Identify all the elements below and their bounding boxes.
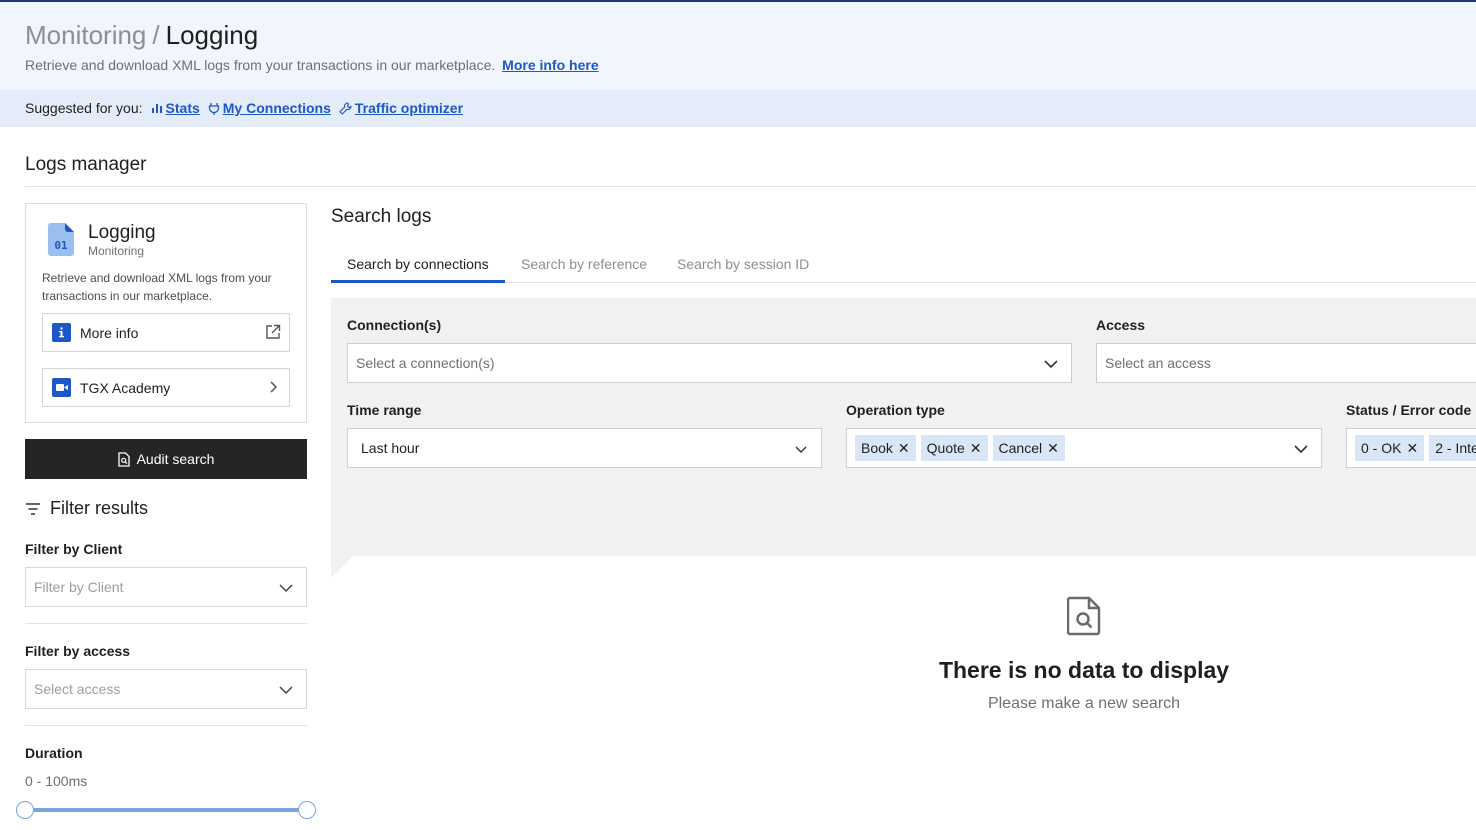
chip-cancel: Cancel ✕	[992, 435, 1065, 461]
breadcrumb-separator: /	[152, 20, 160, 50]
page-subtitle: Retrieve and download XML logs from your…	[25, 57, 599, 73]
plug-icon	[208, 102, 219, 115]
tab-search-by-session-id[interactable]: Search by session ID	[677, 256, 809, 272]
connections-placeholder: Select a connection(s)	[356, 355, 495, 371]
breadcrumb-parent[interactable]: Monitoring	[25, 20, 146, 50]
divider	[25, 186, 1476, 187]
access-placeholder: Select an access	[1105, 355, 1211, 371]
access-select[interactable]: Select an access	[1096, 343, 1476, 383]
page-header: Monitoring / Logging Retrieve and download…	[0, 0, 1476, 90]
more-info-label: More info	[80, 324, 139, 341]
filter-icon	[26, 502, 40, 515]
logging-info-card: 01 Logging Monitoring Retrieve and downl…	[25, 203, 307, 423]
chevron-right-icon	[270, 381, 278, 393]
tab-search-by-connections[interactable]: Search by connections	[347, 256, 489, 272]
operation-type-select[interactable]: Book ✕ Quote ✕ Cancel ✕	[846, 428, 1322, 468]
search-form-panel: Connection(s) Select a connection(s) Acc…	[331, 298, 1476, 556]
more-info-link[interactable]: More info here	[502, 57, 598, 73]
tgx-academy-label: TGX Academy	[80, 379, 171, 396]
info-icon	[52, 323, 71, 342]
card-title: Logging	[88, 222, 156, 243]
search-logs-title: Search logs	[331, 206, 432, 227]
tgx-academy-button[interactable]: TGX Academy	[42, 368, 290, 407]
chip-book: Book ✕	[855, 435, 916, 461]
divider	[25, 725, 307, 726]
file-search-icon	[1067, 596, 1101, 636]
chip-remove-icon[interactable]: ✕	[898, 440, 910, 457]
chevron-down-icon	[1044, 360, 1058, 369]
file-search-icon	[117, 451, 130, 467]
time-range-value: Last hour	[361, 440, 420, 456]
status-label: Status / Error code	[1346, 402, 1472, 418]
chip-label: 2 - Inter	[1435, 440, 1476, 456]
filter-access-placeholder: Select access	[34, 681, 121, 697]
log-file-icon-text: 01	[54, 239, 68, 252]
more-info-button[interactable]: More info	[42, 313, 290, 352]
card-subtitle: Monitoring	[88, 244, 145, 258]
audit-search-label: Audit search	[136, 451, 215, 467]
empty-state-subtitle: Please make a new search	[987, 695, 1181, 712]
filter-access-label: Filter by access	[25, 643, 131, 659]
external-link-icon	[266, 324, 281, 339]
video-camera-icon	[52, 378, 71, 397]
filter-access-select[interactable]: Select access	[25, 669, 307, 709]
my-connections-link[interactable]: My Connections	[208, 100, 331, 116]
tab-search-by-reference[interactable]: Search by reference	[521, 256, 647, 272]
log-file-icon: 01	[48, 223, 74, 256]
status-select[interactable]: 0 - OK✕ 2 - Inter	[1346, 428, 1476, 468]
chip-label: 0 - OK	[1361, 440, 1402, 456]
filter-client-placeholder: Filter by Client	[34, 579, 124, 595]
chevron-down-icon	[795, 446, 807, 453]
my-connections-link-label: My Connections	[222, 100, 331, 116]
chip-status-internal: 2 - Inter	[1429, 435, 1476, 461]
chip-remove-icon[interactable]: ✕	[1406, 440, 1418, 457]
chevron-down-icon	[279, 584, 293, 593]
connections-select[interactable]: Select a connection(s)	[347, 343, 1072, 383]
duration-slider-track[interactable]	[25, 808, 307, 812]
time-range-label: Time range	[347, 402, 422, 418]
wrench-icon	[339, 101, 352, 115]
card-description: Retrieve and download XML logs from your…	[42, 271, 272, 303]
traffic-optimizer-link-label: Traffic optimizer	[354, 100, 464, 116]
suggested-label: Suggested for you:	[25, 100, 143, 116]
breadcrumb: Monitoring / Logging	[25, 20, 258, 51]
filter-client-select[interactable]: Filter by Client	[25, 567, 307, 607]
search-tabs: Search by connections Search by referenc…	[331, 246, 1476, 283]
active-tab-indicator	[331, 280, 505, 283]
duration-max-handle[interactable]	[298, 801, 316, 819]
stats-link-label: Stats	[165, 100, 200, 116]
chip-label: Book	[861, 440, 893, 456]
chip-label: Cancel	[998, 440, 1043, 456]
panel-notch	[331, 556, 353, 578]
chip-status-ok: 0 - OK ✕	[1355, 435, 1425, 461]
operation-type-label: Operation type	[846, 402, 945, 418]
audit-search-button[interactable]: Audit search	[25, 439, 307, 479]
divider	[25, 623, 307, 624]
duration-value: 0 - 100ms	[25, 773, 88, 789]
chip-quote: Quote ✕	[920, 435, 988, 461]
duration-label: Duration	[25, 745, 83, 761]
empty-state-title: There is no data to display	[938, 657, 1230, 683]
chip-remove-icon[interactable]: ✕	[970, 440, 982, 457]
connections-label: Connection(s)	[347, 317, 442, 333]
filter-results-title: Filter results	[50, 498, 149, 518]
chevron-down-icon	[1294, 445, 1308, 454]
duration-min-handle[interactable]	[16, 801, 34, 819]
chevron-down-icon	[279, 686, 293, 695]
page-title: Logging	[165, 20, 259, 50]
chip-label: Quote	[926, 440, 965, 456]
subtitle-text: Retrieve and download XML logs from your…	[25, 57, 496, 73]
chip-remove-icon[interactable]: ✕	[1047, 440, 1059, 457]
stats-link[interactable]: Stats	[151, 100, 200, 116]
time-range-select[interactable]: Last hour	[347, 428, 822, 468]
access-label: Access	[1096, 317, 1146, 333]
traffic-optimizer-link[interactable]: Traffic optimizer	[339, 100, 463, 116]
filter-results-heading: Filter results	[25, 498, 148, 519]
suggested-bar: Suggested for you: Stats My Connections …	[0, 90, 1476, 127]
bar-chart-icon	[151, 104, 162, 113]
filter-client-label: Filter by Client	[25, 541, 123, 557]
logs-manager-title: Logs manager	[25, 154, 147, 175]
